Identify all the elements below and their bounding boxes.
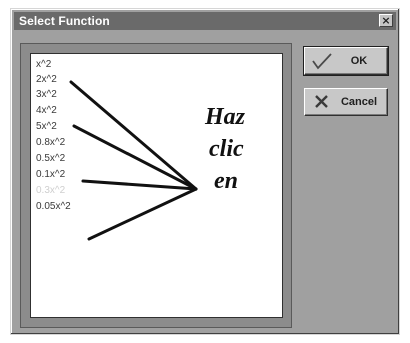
function-listbox[interactable]: x^2 2x^2 3x^2 4x^2 5x^2 0.8x^2 0.5x^2 0.… xyxy=(30,53,283,318)
cancel-label: Cancel xyxy=(340,96,378,108)
cancel-button[interactable]: Cancel xyxy=(304,88,388,116)
pointer-line xyxy=(87,187,198,241)
pointer-lines xyxy=(69,80,198,241)
select-function-dialog: Select Function × x^2 2x^2 3x^2 4x^2 5x^… xyxy=(10,8,400,335)
close-icon[interactable]: × xyxy=(379,14,393,27)
x-icon xyxy=(315,95,328,108)
checkmark-icon xyxy=(312,53,332,70)
ok-label: OK xyxy=(350,55,368,67)
title-bar[interactable]: Select Function × xyxy=(14,12,396,30)
ok-button[interactable]: OK xyxy=(303,46,389,76)
dialog-title: Select Function xyxy=(19,14,110,28)
pointer-line xyxy=(81,179,198,191)
